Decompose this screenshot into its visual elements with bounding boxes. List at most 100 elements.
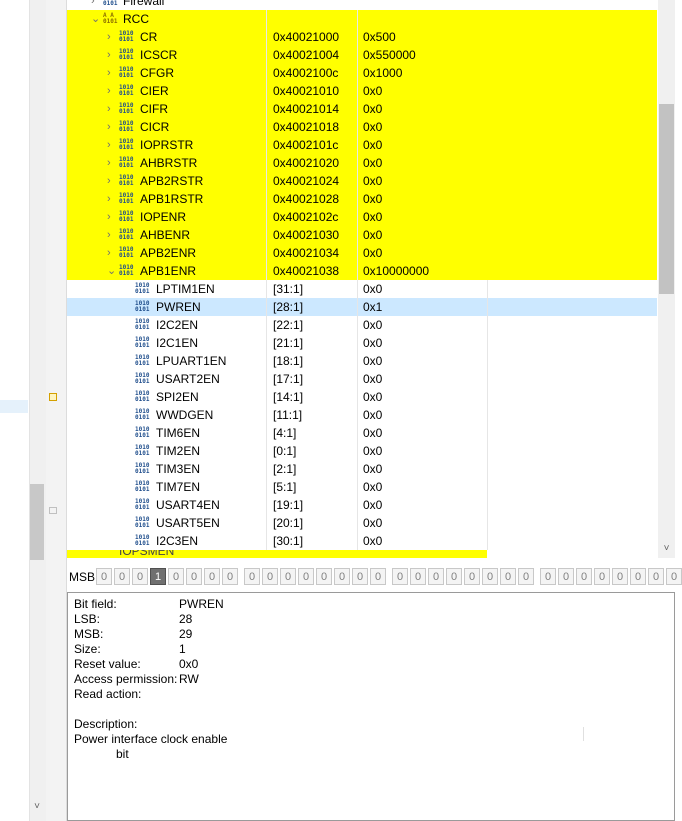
register-name: IOPENR <box>140 210 187 224</box>
tree-row-bitfield[interactable]: 1010 0101 I2C1EN [21:1] 0x0 <box>67 334 657 352</box>
bitfield-name: LPTIM1EN <box>156 282 215 296</box>
bit-cell[interactable]: 1 <box>150 568 166 585</box>
tree-row-register[interactable]: › 1010 0101 ICSCR 0x40021004 0x550000 <box>67 46 657 64</box>
read-action-label: Read action: <box>74 687 142 701</box>
tree-row-bitfield[interactable]: 1010 0101 I2C3EN [30:1] 0x0 <box>67 532 657 550</box>
bitfield-range: [11:1] <box>273 408 303 422</box>
bit-cell[interactable]: 0 <box>428 568 444 585</box>
bit-cell[interactable]: 0 <box>280 568 296 585</box>
tree-row-bitfield-selected[interactable]: 1010 0101 PWREN [28:1] 0x1 <box>67 298 657 316</box>
register-address: 0x40021010 <box>273 84 340 98</box>
bit-cell[interactable]: 0 <box>518 568 534 585</box>
bit-cell[interactable]: 0 <box>410 568 426 585</box>
tree-row-bitfield[interactable]: 1010 0101 LPTIM1EN [31:1] 0x0 <box>67 280 657 298</box>
tree-row-bitfield[interactable]: 1010 0101 WWDGEN [11:1] 0x0 <box>67 406 657 424</box>
tree-row-register[interactable]: › 1010 0101 CFGR 0x4002100c 0x1000 <box>67 64 657 82</box>
register-address: 0x4002102c <box>273 210 339 224</box>
bit-cell[interactable]: 0 <box>446 568 462 585</box>
bit-cell[interactable]: 0 <box>244 568 260 585</box>
register-name: APB1RSTR <box>140 192 204 206</box>
bit-cell[interactable]: 0 <box>392 568 408 585</box>
bit-cell[interactable]: 0 <box>370 568 386 585</box>
tree-row-register[interactable]: › 1010 0101 CICR 0x40021018 0x0 <box>67 118 657 136</box>
bit-cell[interactable]: 0 <box>648 568 664 585</box>
bitfield-value: 0x0 <box>363 408 383 422</box>
bit-cell[interactable]: 0 <box>630 568 646 585</box>
bit-cell[interactable]: 0 <box>204 568 220 585</box>
bitfield-value: 0x0 <box>363 390 383 404</box>
bit-field-value: PWREN <box>179 597 224 611</box>
tree-scroll-thumb[interactable] <box>659 104 674 294</box>
tree-row-bitfield[interactable]: 1010 0101 USART2EN [17:1] 0x0 <box>67 370 657 388</box>
bit-field-label: Bit field: <box>74 597 117 611</box>
bit-cell[interactable]: 0 <box>262 568 278 585</box>
bit-cell[interactable]: 0 <box>352 568 368 585</box>
access-permission-label: Access permission: <box>74 672 178 686</box>
tree-row-register[interactable]: › 1010 0101 AHBRSTR 0x40021020 0x0 <box>67 154 657 172</box>
tree-scroll-down-icon[interactable]: ˅ <box>658 541 675 557</box>
tree-row-bitfield[interactable]: 1010 0101 USART5EN [20:1] 0x0 <box>67 514 657 532</box>
bit-cell[interactable]: 0 <box>464 568 480 585</box>
left-panel-scroll-down-icon[interactable]: ˅ <box>30 800 44 814</box>
register-name: IOPRSTR <box>140 138 194 152</box>
bitfield-range: [21:1] <box>273 336 304 350</box>
tree-row-bitfield[interactable]: 1010 0101 TIM2EN [0:1] 0x0 <box>67 442 657 460</box>
bit-cell[interactable]: 0 <box>186 568 202 585</box>
tree-row-bitfield[interactable]: 1010 0101 LPUART1EN [18:1] 0x0 <box>67 352 657 370</box>
tree-row-register[interactable]: › 1010 0101 IOPENR 0x4002102c 0x0 <box>67 208 657 226</box>
size-value: 1 <box>179 642 186 656</box>
tree-row-rcc[interactable]: ⌄ A A 0101 RCC <box>67 10 657 28</box>
bitfield-value: 0x1 <box>363 300 383 314</box>
bit-cell[interactable]: 0 <box>594 568 610 585</box>
register-value: 0x10000000 <box>363 264 430 278</box>
tree-row-bitfield[interactable]: 1010 0101 USART4EN [19:1] 0x0 <box>67 496 657 514</box>
bit-cell[interactable]: 0 <box>222 568 238 585</box>
bitfield-range: [31:1] <box>273 282 304 296</box>
panel-splitter[interactable] <box>46 0 67 821</box>
bit-cell[interactable]: 0 <box>482 568 498 585</box>
bit-cell[interactable]: 0 <box>558 568 574 585</box>
bit-cell[interactable]: 0 <box>334 568 350 585</box>
tree-row-bitfield[interactable]: 1010 0101 TIM7EN [5:1] 0x0 <box>67 478 657 496</box>
bit-cell[interactable]: 0 <box>666 568 682 585</box>
tree-row-register[interactable]: › 1010 0101 APB2RSTR 0x40021024 0x0 <box>67 172 657 190</box>
register-name: AHBENR <box>140 228 191 242</box>
description-text-cont: bit <box>116 747 129 761</box>
register-tree[interactable]: ›10100101Firewall⌄A A0101RCC›10100101CR0… <box>67 0 657 558</box>
left-panel-selection[interactable] <box>0 400 28 413</box>
tree-row-partial[interactable]: IOPSMEN <box>67 550 487 558</box>
bit-cell[interactable]: 0 <box>540 568 556 585</box>
tree-row-register[interactable]: › 1010 0101 APB1RSTR 0x40021028 0x0 <box>67 190 657 208</box>
access-permission-value: RW <box>179 672 199 686</box>
bit-cell[interactable]: 0 <box>316 568 332 585</box>
tree-row-register[interactable]: ⌄ 1010 0101 APB1ENR 0x40021038 0x10000000 <box>67 262 657 280</box>
tree-row-register[interactable]: › 1010 0101 AHBENR 0x40021030 0x0 <box>67 226 657 244</box>
tree-row-register[interactable]: › 1010 0101 APB2ENR 0x40021034 0x0 <box>67 244 657 262</box>
text-caret <box>583 727 584 741</box>
bit-cell[interactable]: 0 <box>612 568 628 585</box>
tree-row-register[interactable]: › 1010 0101 CIER 0x40021010 0x0 <box>67 82 657 100</box>
left-panel-scroll-thumb[interactable] <box>30 484 44 560</box>
tree-row-bitfield[interactable]: 1010 0101 I2C2EN [22:1] 0x0 <box>67 316 657 334</box>
bit-cell[interactable]: 0 <box>298 568 314 585</box>
tree-row-register[interactable]: › 1010 0101 CIFR 0x40021014 0x0 <box>67 100 657 118</box>
tree-row-bitfield[interactable]: 1010 0101 TIM3EN [2:1] 0x0 <box>67 460 657 478</box>
register-name: Firewall <box>123 0 165 8</box>
tree-row-register[interactable]: › 1010 0101 CR 0x40021000 0x500 <box>67 28 657 46</box>
bit-cell[interactable]: 0 <box>576 568 592 585</box>
tree-row-bitfield[interactable]: 1010 0101 SPI2EN [14:1] 0x0 <box>67 388 657 406</box>
bit-cell[interactable]: 0 <box>114 568 130 585</box>
bit-cell[interactable]: 0 <box>132 568 148 585</box>
bitfield-value: 0x0 <box>363 354 383 368</box>
tree-row-bitfield[interactable]: 1010 0101 TIM6EN [4:1] 0x0 <box>67 424 657 442</box>
register-value: 0x500 <box>363 30 396 44</box>
bitfield-name: USART2EN <box>156 372 220 386</box>
bit-cell[interactable]: 0 <box>168 568 184 585</box>
tree-row-firewall[interactable]: ›10100101Firewall <box>67 0 657 10</box>
bit-cell[interactable]: 0 <box>500 568 516 585</box>
bitfield-range: [18:1] <box>273 354 304 368</box>
bitfield-name: LPUART1EN <box>156 354 227 368</box>
bit-cell[interactable]: 0 <box>96 568 112 585</box>
left-panel-scrollbar[interactable] <box>29 0 46 821</box>
tree-row-register[interactable]: › 1010 0101 IOPRSTR 0x4002101c 0x0 <box>67 136 657 154</box>
